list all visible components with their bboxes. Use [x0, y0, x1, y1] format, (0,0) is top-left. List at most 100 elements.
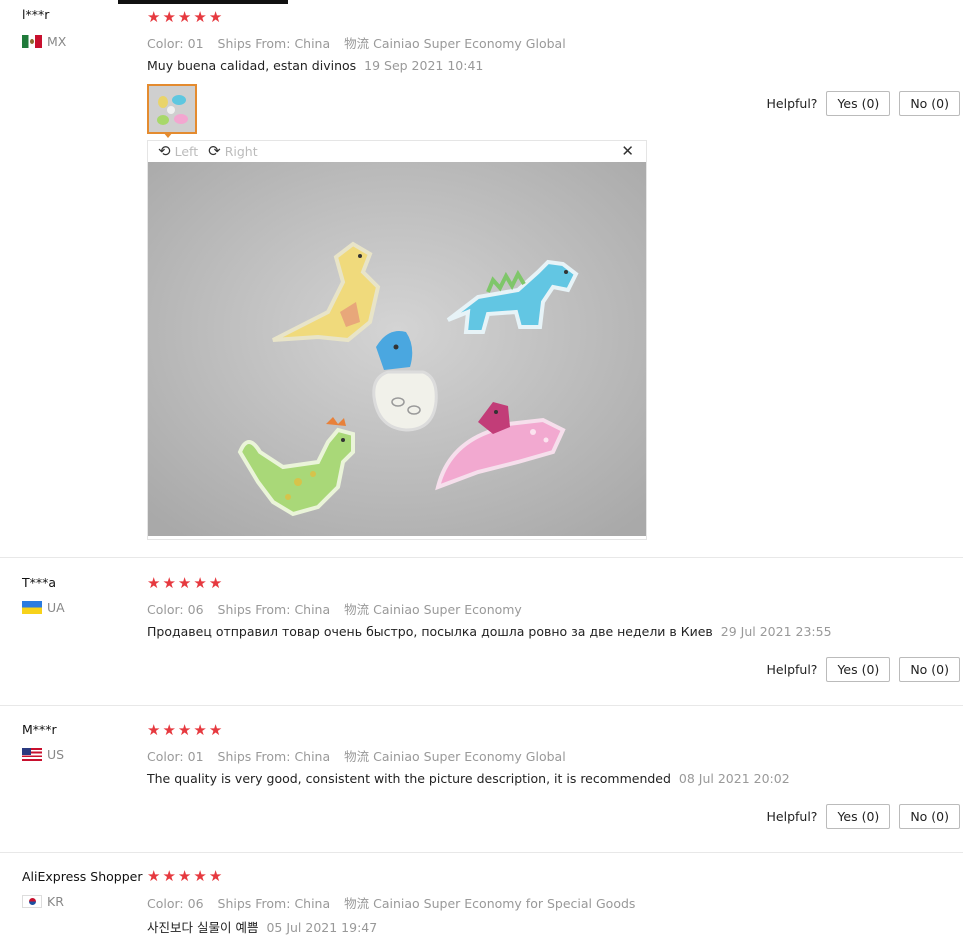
reviewer-country: US	[22, 747, 64, 762]
star-icon: ★	[193, 721, 207, 739]
rotate-right-button[interactable]: ⟳ Right	[208, 142, 258, 160]
photo-viewer: ⟲ Left ⟳ Right ✕	[147, 140, 647, 540]
logistics-label: 物流	[344, 749, 370, 764]
logistics-value: Cainiao Super Economy for Special Goods	[373, 896, 636, 911]
helpful-no-button[interactable]: No (0)	[899, 91, 960, 116]
ukraine-flag-icon	[22, 601, 42, 614]
review-text: Muy buena calidad, estan divinos 19 Sep …	[147, 58, 483, 73]
reviewer-name: l***r	[22, 7, 50, 22]
star-icon: ★	[162, 8, 176, 26]
helpful-label: Helpful?	[766, 662, 818, 677]
color-value: 06	[187, 602, 204, 617]
country-code: KR	[47, 894, 64, 909]
color-value: 06	[187, 896, 204, 911]
helpful-no-button[interactable]: No (0)	[899, 657, 960, 682]
photo-viewer-toolbar: ⟲ Left ⟳ Right ✕	[148, 141, 646, 162]
review-text: Продавец отправил товар очень быстро, по…	[147, 624, 832, 639]
country-code: MX	[47, 34, 67, 49]
review-photo	[148, 162, 646, 536]
reviewer-country: KR	[22, 894, 64, 909]
ships-from-value: China	[294, 36, 331, 51]
ships-from-label: Ships From:	[217, 749, 291, 764]
color-label: Color:	[147, 36, 184, 51]
color-label: Color:	[147, 749, 184, 764]
helpful-vote-row: Helpful? Yes (0) No (0)	[767, 657, 960, 682]
ships-from-label: Ships From:	[217, 602, 291, 617]
helpful-vote-row: Helpful? Yes (0) No (0)	[767, 804, 960, 829]
star-icon: ★	[177, 8, 192, 26]
logistics-value: Cainiao Super Economy Global	[373, 36, 566, 51]
star-icon: ★	[193, 867, 207, 885]
review-text: 사진보다 실물이 예쁨 05 Jul 2021 19:47	[147, 917, 377, 936]
star-rating: ★ ★ ★ ★ ★	[147, 723, 222, 738]
ships-from-value: China	[294, 896, 331, 911]
helpful-yes-button[interactable]: Yes (0)	[826, 91, 891, 116]
logistics-value: Cainiao Super Economy Global	[373, 749, 566, 764]
close-icon[interactable]: ✕	[621, 142, 634, 160]
review-content: Muy buena calidad, estan divinos	[147, 58, 357, 73]
helpful-vote-row: Helpful? Yes (0) No (0)	[767, 91, 960, 116]
review-date: 29 Jul 2021 23:55	[720, 624, 832, 639]
logistics-label: 物流	[344, 36, 370, 51]
rotate-left-icon: ⟲	[158, 142, 171, 160]
reviewer-name: M***r	[22, 722, 57, 737]
helpful-no-button[interactable]: No (0)	[899, 804, 960, 829]
rotate-right-icon: ⟳	[208, 142, 221, 160]
star-icon: ★	[162, 867, 176, 885]
korea-flag-icon	[22, 895, 42, 908]
star-icon: ★	[208, 574, 223, 592]
reviewer-name: AliExpress Shopper	[22, 869, 143, 884]
helpful-label: Helpful?	[766, 809, 818, 824]
review-content: 사진보다 실물이 예쁨	[147, 920, 259, 935]
country-code: US	[47, 747, 65, 762]
star-icon: ★	[208, 8, 223, 26]
logistics-label: 物流	[344, 602, 370, 617]
review-meta: Color: 01 Ships From: China 物流 Cainiao S…	[147, 33, 576, 52]
star-rating: ★ ★ ★ ★ ★	[147, 10, 222, 25]
star-icon: ★	[193, 8, 207, 26]
color-value: 01	[187, 749, 204, 764]
ships-from-label: Ships From:	[217, 36, 291, 51]
review-meta: Color: 06 Ships From: China 物流 Cainiao S…	[147, 599, 532, 618]
review-item: AliExpress Shopper KR ★ ★ ★ ★ ★ Color: 06 Sh…	[0, 852, 963, 937]
ships-from-value: China	[294, 749, 331, 764]
star-rating: ★ ★ ★ ★ ★	[147, 869, 222, 884]
star-icon: ★	[162, 721, 176, 739]
logistics-value: Cainiao Super Economy	[373, 602, 522, 617]
logistics-label: 物流	[344, 896, 370, 911]
usa-flag-icon	[22, 748, 42, 761]
reviewer-name: T***a	[22, 575, 57, 590]
star-icon: ★	[177, 721, 192, 739]
star-icon: ★	[177, 867, 192, 885]
reviewer-country: MX	[22, 34, 66, 49]
helpful-yes-button[interactable]: Yes (0)	[826, 657, 891, 682]
rotate-left-label: Left	[174, 144, 199, 159]
star-icon: ★	[147, 574, 161, 592]
review-date: 05 Jul 2021 19:47	[266, 920, 378, 935]
review-photo-thumbnail[interactable]	[147, 84, 197, 134]
star-icon: ★	[208, 867, 223, 885]
review-content: Продавец отправил товар очень быстро, по…	[147, 624, 713, 639]
review-meta: Color: 06 Ships From: China 物流 Cainiao S…	[147, 893, 645, 912]
star-icon: ★	[162, 574, 176, 592]
rotate-left-button[interactable]: ⟲ Left	[158, 142, 199, 160]
star-icon: ★	[177, 574, 192, 592]
review-item: M***r US ★ ★ ★ ★ ★ Color: 01 Ships From: Chi…	[0, 705, 963, 852]
color-label: Color:	[147, 602, 184, 617]
review-date: 19 Sep 2021 10:41	[364, 58, 484, 73]
review-item: l***r MX ★ ★ ★ ★ ★ Color: 01 Ships From: Chi…	[0, 0, 963, 556]
ships-from-value: China	[294, 602, 331, 617]
review-date: 08 Jul 2021 20:02	[678, 771, 790, 786]
review-meta: Color: 01 Ships From: China 物流 Cainiao S…	[147, 746, 576, 765]
star-icon: ★	[147, 721, 161, 739]
helpful-label: Helpful?	[766, 96, 818, 111]
rotate-right-label: Right	[224, 144, 258, 159]
review-item: T***a UA ★ ★ ★ ★ ★ Color: 06 Ships From: Chi…	[0, 557, 963, 705]
star-icon: ★	[147, 867, 161, 885]
helpful-yes-button[interactable]: Yes (0)	[826, 804, 891, 829]
review-content: The quality is very good, consistent wit…	[147, 771, 671, 786]
ships-from-label: Ships From:	[217, 896, 291, 911]
mexico-flag-icon	[22, 35, 42, 48]
review-text: The quality is very good, consistent wit…	[147, 771, 790, 786]
thumbnail-caret	[163, 132, 173, 138]
